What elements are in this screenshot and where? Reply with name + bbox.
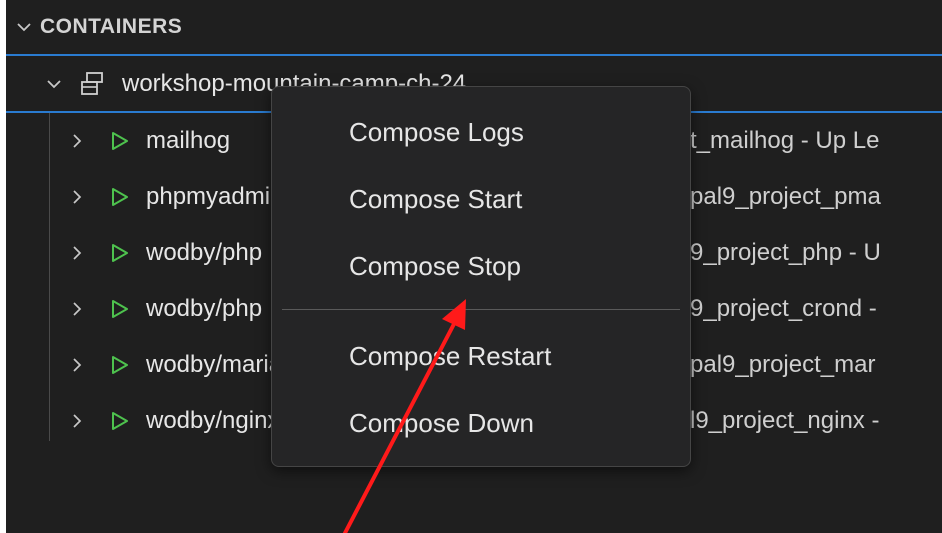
chevron-down-icon[interactable]	[14, 17, 34, 37]
play-icon	[112, 356, 128, 374]
chevron-down-icon[interactable]	[44, 74, 64, 94]
context-menu: Compose Logs Compose Start Compose Stop …	[271, 86, 691, 467]
section-title: CONTAINERS	[40, 15, 183, 38]
chevron-right-icon[interactable]	[68, 412, 86, 430]
container-description: 9_project_php - U	[690, 239, 881, 266]
containers-section-header[interactable]: CONTAINERS	[6, 0, 942, 56]
chevron-right-icon[interactable]	[68, 188, 86, 206]
menu-item-compose-down[interactable]: Compose Down	[349, 408, 534, 439]
container-name: wodby/php	[146, 295, 263, 322]
container-name: phpmyadmin	[146, 183, 284, 210]
menu-item-compose-logs[interactable]: Compose Logs	[349, 117, 524, 148]
container-description: t_mailhog - Up Le	[690, 127, 880, 154]
chevron-right-icon[interactable]	[68, 132, 86, 150]
container-description: pal9_project_pma	[690, 183, 881, 210]
chevron-right-icon[interactable]	[68, 356, 86, 374]
play-icon	[112, 300, 128, 318]
menu-item-compose-restart[interactable]: Compose Restart	[349, 341, 551, 372]
play-icon	[112, 188, 128, 206]
menu-item-compose-start[interactable]: Compose Start	[349, 184, 522, 215]
container-name: wodby/php	[146, 239, 263, 266]
stack-icon	[81, 71, 103, 95]
container-description: pal9_project_mar	[690, 351, 876, 378]
chevron-right-icon[interactable]	[68, 244, 86, 262]
container-description: l9_project_nginx -	[690, 407, 880, 434]
containers-panel: CONTAINERS workshop-mountain-camp-ch-24 …	[6, 0, 942, 533]
menu-separator	[282, 309, 680, 310]
play-icon	[112, 244, 128, 262]
container-name: wodby/nginx	[146, 407, 280, 434]
play-icon	[112, 412, 128, 430]
menu-item-compose-stop[interactable]: Compose Stop	[349, 251, 521, 282]
container-name: mailhog	[146, 127, 231, 154]
chevron-right-icon[interactable]	[68, 300, 86, 318]
play-icon	[112, 132, 128, 150]
container-description: 9_project_crond -	[690, 295, 877, 322]
